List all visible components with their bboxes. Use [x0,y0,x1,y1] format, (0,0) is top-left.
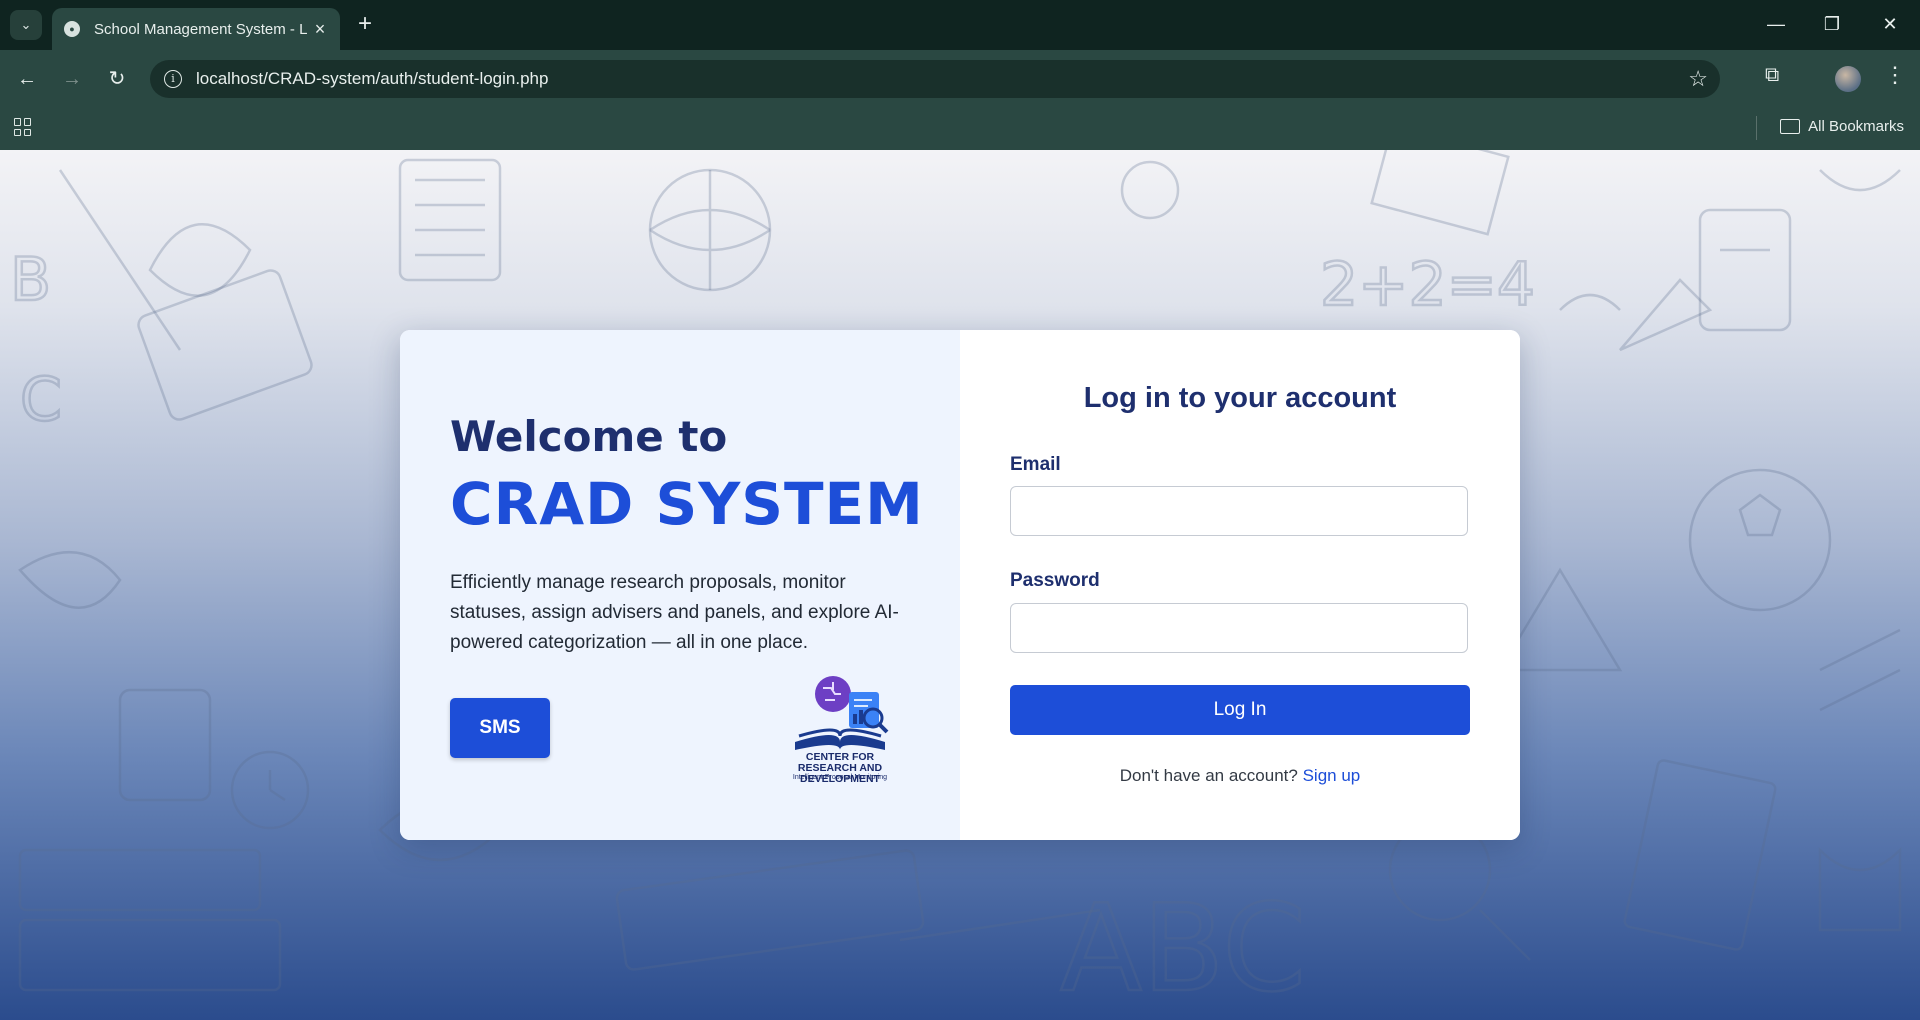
svg-text:C: C [20,365,62,435]
tab-list-chevron-icon[interactable]: ⌄ [10,10,42,40]
signup-prompt-text: Don't have an account? [1119,766,1298,785]
browser-tab-bar: ⌄ ● School Management System - L × + — ❐… [0,0,1920,50]
page-background: 2+2=4 B C ABC Welcome to CRAD SYSTEM Eff… [0,150,1920,1020]
signup-link[interactable]: Sign up [1303,766,1361,785]
all-bookmarks-label: All Bookmarks [1808,118,1904,135]
extensions-icon[interactable]: ⧉ [1765,64,1787,86]
bookmarks-divider [1756,116,1757,140]
apps-grid-icon[interactable] [14,118,32,136]
bookmarks-bar: All Bookmarks [0,108,1920,150]
back-icon[interactable]: ← [10,62,44,96]
system-name-heading: CRAD SYSTEM [450,470,924,538]
url-text[interactable]: localhost/CRAD-system/auth/student-login… [196,69,548,89]
crad-logo: CENTER FOR RESEARCH AND DEVELOPMENT Inte… [765,670,915,785]
browser-tab[interactable]: ● School Management System - L × [52,8,340,50]
reload-icon[interactable]: ↻ [100,62,134,96]
minimize-icon[interactable]: — [1756,10,1796,38]
restore-icon[interactable]: ❐ [1812,10,1852,38]
browser-toolbar: ← → ↻ i localhost/CRAD-system/auth/stude… [0,50,1920,108]
signup-prompt-line: Don't have an account? Sign up [960,766,1520,786]
login-form-panel: Log in to your account Email Password Lo… [960,330,1520,840]
welcome-heading: Welcome to [450,412,728,461]
tab-close-icon[interactable]: × [308,19,332,40]
login-button[interactable]: Log In [1010,685,1470,735]
address-bar[interactable]: i localhost/CRAD-system/auth/student-log… [150,60,1720,98]
close-window-icon[interactable]: ✕ [1870,10,1910,38]
email-field[interactable] [1010,486,1468,536]
all-bookmarks-button[interactable]: All Bookmarks [1780,118,1904,135]
tab-title: School Management System - L [94,20,308,38]
login-card: Welcome to CRAD SYSTEM Efficiently manag… [400,330,1520,840]
forward-icon[interactable]: → [55,62,89,96]
email-label: Email [1010,454,1061,475]
password-label: Password [1010,570,1100,591]
password-field[interactable] [1010,603,1468,653]
new-tab-icon[interactable]: + [352,12,378,38]
browser-menu-icon[interactable]: ⋮ [1884,62,1906,88]
profile-avatar[interactable] [1835,66,1861,92]
svg-text:2+2=4: 2+2=4 [1320,250,1535,320]
folder-icon [1780,119,1801,134]
svg-text:ABC: ABC [1060,880,1306,1019]
logo-tagline: Intelligent Proposal Monitoring [792,774,888,781]
favicon-icon: ● [64,21,80,37]
login-form-title: Log in to your account [1083,382,1397,414]
site-info-icon[interactable]: i [164,70,182,88]
welcome-description: Efficiently manage research proposals, m… [450,572,899,653]
svg-text:B: B [10,245,51,315]
bookmark-star-icon[interactable]: ☆ [1688,66,1708,92]
sms-button[interactable]: SMS [450,698,550,758]
brain-book-logo-icon [795,676,889,750]
welcome-panel: Welcome to CRAD SYSTEM Efficiently manag… [400,330,960,840]
